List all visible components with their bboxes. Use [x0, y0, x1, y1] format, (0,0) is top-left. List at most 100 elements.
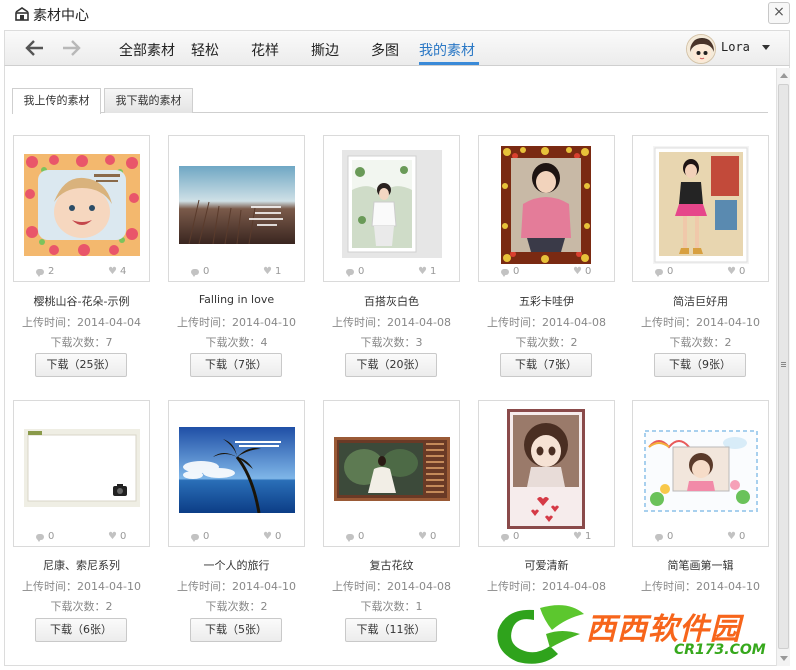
card-download-count: 下载次数：4	[205, 336, 268, 349]
thumbnail-image	[653, 146, 749, 264]
top-nav: 全部素材 轻松 花样 撕边 多图 我的素材 Lora	[4, 30, 790, 66]
download-button[interactable]: 下载（11张）	[345, 618, 437, 642]
thumbnail-image	[334, 437, 450, 501]
thumbnail-image	[179, 427, 295, 513]
card-stats: 0 ♥ 0	[169, 532, 304, 546]
avatar[interactable]	[686, 34, 716, 64]
card-stats: 0 ♥ 1	[324, 267, 459, 281]
heart-icon: ♥	[108, 531, 117, 542]
card-upload-date: 上传时间：2014-04-10	[641, 580, 760, 593]
card-title[interactable]: 五彩卡哇伊	[478, 293, 615, 309]
tab-my-uploads[interactable]: 我上传的素材	[12, 88, 101, 114]
comment-icon	[36, 269, 44, 277]
card-upload-date: 上传时间：2014-04-08	[487, 580, 606, 593]
card-stats: 0 ♥ 0	[479, 267, 614, 281]
app-icon	[15, 7, 29, 21]
comment-icon	[655, 534, 663, 542]
download-button[interactable]: 下载（6张）	[35, 618, 127, 642]
heart-icon: ♥	[263, 531, 272, 542]
close-button[interactable]: ×	[768, 2, 790, 24]
card-upload-date: 上传时间：2014-04-08	[487, 316, 606, 329]
card-stats: 0 ♥ 0	[633, 532, 768, 546]
material-card[interactable]: 0 ♥ 0	[478, 135, 615, 282]
scroll-thumb[interactable]	[778, 84, 789, 649]
material-card[interactable]: 0 ♥ 0	[13, 400, 150, 547]
material-card[interactable]: 0 ♥ 0	[168, 400, 305, 547]
heart-icon: ♥	[727, 266, 736, 277]
active-tab-indicator	[419, 62, 479, 65]
material-card[interactable]: 0 ♥ 1	[323, 135, 460, 282]
card-upload-date: 上传时间：2014-04-10	[177, 316, 296, 329]
card-upload-date: 上传时间：2014-04-04	[22, 316, 141, 329]
heart-icon: ♥	[418, 266, 427, 277]
card-download-count: 下载次数：1	[360, 600, 423, 613]
card-stats: 0 ♥ 1	[479, 532, 614, 546]
card-title[interactable]: 尼康、索尼系列	[13, 557, 150, 573]
tab-easy[interactable]: 轻松	[191, 40, 219, 60]
vertical-scrollbar[interactable]	[776, 68, 790, 666]
card-download-count: 下载次数：3	[360, 336, 423, 349]
thumbnail-image	[501, 146, 591, 264]
thumbnail-image	[507, 409, 585, 529]
watermark-logo: 西西软件园 CR173.COM	[488, 600, 788, 668]
material-card[interactable]: 0 ♥ 0	[632, 135, 769, 282]
watermark-url: CR173.COM	[674, 642, 766, 658]
comment-icon	[501, 269, 509, 277]
back-arrow-icon[interactable]	[23, 37, 47, 59]
comment-icon	[191, 534, 199, 542]
card-title[interactable]: 简笔画第一辑	[632, 557, 769, 573]
heart-icon: ♥	[727, 531, 736, 542]
title-bar: 素材中心 ×	[0, 0, 796, 30]
download-button[interactable]: 下载（7张）	[190, 353, 282, 377]
heart-icon: ♥	[418, 531, 427, 542]
tab-torn-edge[interactable]: 撕边	[311, 40, 339, 60]
card-upload-date: 上传时间：2014-04-08	[332, 316, 451, 329]
chevron-down-icon[interactable]	[762, 45, 770, 50]
scroll-up-icon[interactable]	[780, 73, 788, 78]
thumbnail-image	[643, 429, 759, 513]
card-download-count: 下载次数：2	[669, 336, 732, 349]
tab-multi-image[interactable]: 多图	[371, 40, 399, 60]
download-button[interactable]: 下载（7张）	[500, 353, 592, 377]
window-title: 素材中心	[33, 8, 89, 24]
material-card[interactable]: 2 ♥ 4	[13, 135, 150, 282]
tab-all[interactable]: 全部素材	[119, 40, 175, 60]
card-title[interactable]: 一个人的旅行	[168, 557, 305, 573]
material-card[interactable]: 0 ♥ 0	[632, 400, 769, 547]
tab-my-materials[interactable]: 我的素材	[419, 40, 475, 60]
card-stats: 0 ♥ 0	[14, 532, 149, 546]
tab-my-downloads[interactable]: 我下载的素材	[104, 88, 193, 113]
card-upload-date: 上传时间：2014-04-10	[22, 580, 141, 593]
card-title[interactable]: Falling in love	[168, 293, 305, 306]
grip-icon	[781, 362, 786, 363]
card-upload-date: 上传时间：2014-04-10	[177, 580, 296, 593]
material-card[interactable]: 0 ♥ 1	[478, 400, 615, 547]
card-title[interactable]: 百搭灰白色	[323, 293, 460, 309]
comment-icon	[655, 269, 663, 277]
tab-patterns[interactable]: 花样	[251, 40, 279, 60]
card-title[interactable]: 樱桃山谷-花朵-示例	[13, 293, 150, 309]
download-button[interactable]: 下载（25张）	[35, 353, 127, 377]
card-title[interactable]: 可爱清新	[478, 557, 615, 573]
user-name[interactable]: Lora	[721, 40, 750, 54]
close-icon: ×	[773, 4, 785, 20]
card-stats: 0 ♥ 1	[169, 267, 304, 281]
comment-icon	[501, 534, 509, 542]
card-stats: 0 ♥ 0	[324, 532, 459, 546]
download-button[interactable]: 下载（20张）	[345, 353, 437, 377]
card-upload-date: 上传时间：2014-04-10	[641, 316, 760, 329]
material-card[interactable]: 0 ♥ 1	[168, 135, 305, 282]
card-download-count: 下载次数：7	[50, 336, 113, 349]
forward-arrow-icon[interactable]	[59, 37, 83, 59]
card-title[interactable]: 复古花纹	[323, 557, 460, 573]
thumbnail-image	[24, 154, 140, 256]
card-download-count: 下载次数：2	[50, 600, 113, 613]
download-button[interactable]: 下载（9张）	[654, 353, 746, 377]
material-card[interactable]: 0 ♥ 0	[323, 400, 460, 547]
heart-icon: ♥	[573, 531, 582, 542]
card-title[interactable]: 简洁巨好用	[632, 293, 769, 309]
avatar-face-icon	[687, 35, 715, 63]
download-button[interactable]: 下载（5张）	[190, 618, 282, 642]
card-download-count: 下载次数：2	[515, 336, 578, 349]
thumbnail-image	[179, 166, 295, 244]
